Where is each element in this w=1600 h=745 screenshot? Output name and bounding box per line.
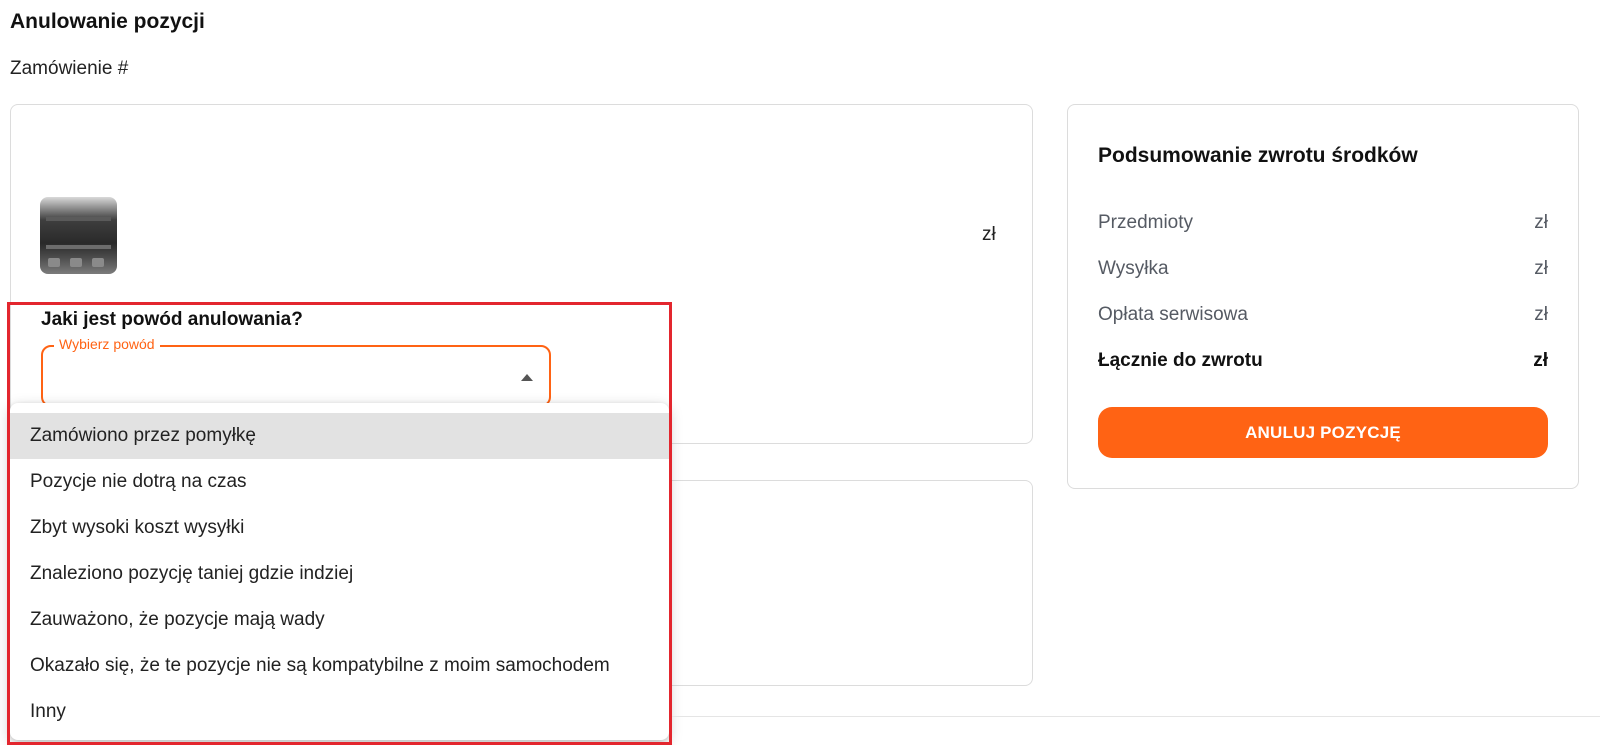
item-price: zł — [982, 224, 996, 245]
summary-label: Łącznie do zwrotu — [1098, 350, 1263, 371]
cancel-item-button[interactable]: ANULUJ POZYCJĘ — [1098, 407, 1548, 458]
divider — [672, 716, 1600, 717]
summary-value: zł — [1534, 304, 1548, 325]
order-number-label: Zamówienie # — [10, 58, 129, 79]
summary-value: zł — [1533, 350, 1548, 371]
summary-value: zł — [1534, 258, 1548, 279]
page-title: Anulowanie pozycji — [10, 10, 205, 33]
summary-label: Opłata serwisowa — [1098, 304, 1248, 325]
summary-value: zł — [1534, 212, 1548, 233]
highlight-box — [7, 302, 672, 745]
refund-summary-title: Podsumowanie zwrotu środków — [1098, 144, 1418, 167]
summary-label: Wysyłka — [1098, 258, 1169, 279]
product-thumbnail — [40, 197, 117, 274]
summary-label: Przedmioty — [1098, 212, 1194, 233]
